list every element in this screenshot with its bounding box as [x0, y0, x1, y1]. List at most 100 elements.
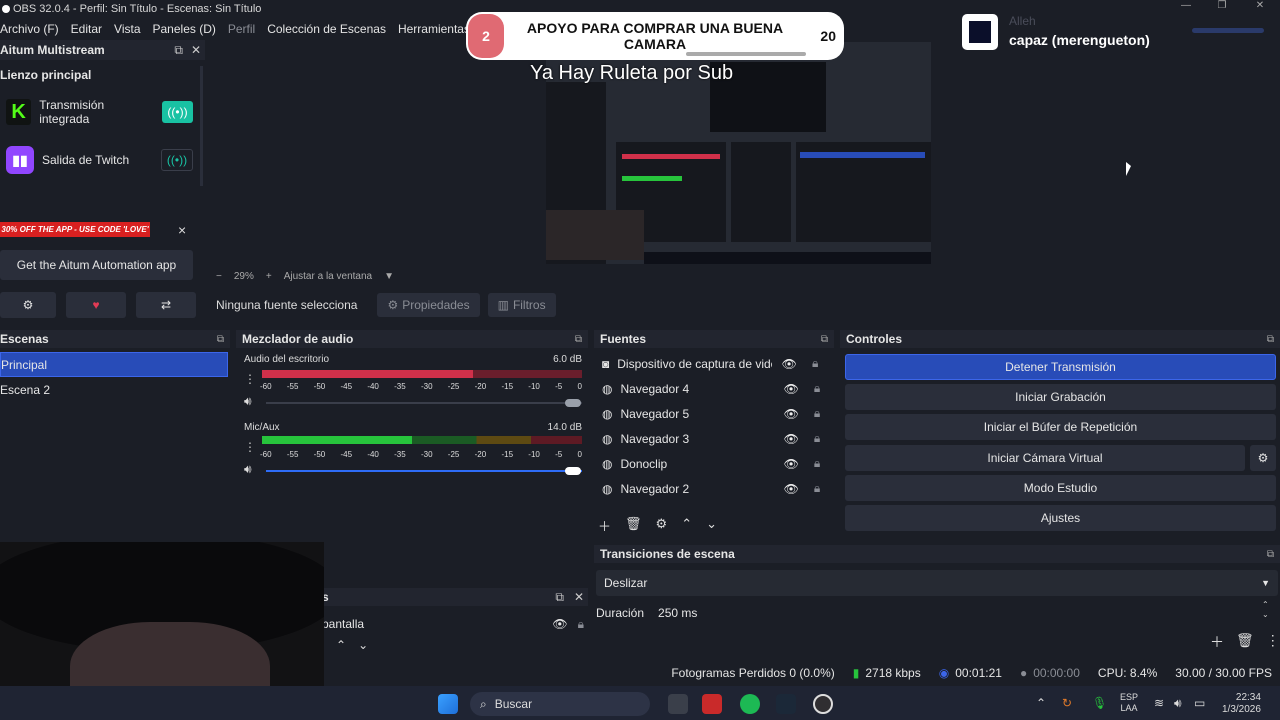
float-dock-icon[interactable]: ⧉ — [174, 43, 183, 58]
float-dock-icon[interactable]: ⧉ — [555, 590, 564, 605]
kebab-menu-icon[interactable]: ⋮ — [244, 372, 256, 386]
lock-icon[interactable]: 🔒︎ — [806, 356, 824, 371]
maximize-icon[interactable]: ❐ — [1212, 0, 1232, 14]
float-dock-icon[interactable]: ⧉ — [821, 334, 828, 345]
start-virtual-camera-button[interactable]: Iniciar Cámara Virtual — [845, 445, 1245, 471]
menu-tools[interactable]: Herramientas — [392, 22, 476, 36]
studio-mode-button[interactable]: Modo Estudio — [845, 475, 1276, 501]
float-dock-icon[interactable]: ⧉ — [1267, 334, 1274, 345]
lock-icon[interactable]: 🔒︎ — [808, 431, 826, 446]
lock-icon[interactable]: 🔒︎ — [808, 381, 826, 396]
app-red-icon[interactable] — [702, 694, 722, 714]
float-dock-icon[interactable]: ⧉ — [1267, 549, 1274, 560]
mini-dock-item[interactable]: pantalla 👁︎ 🔒︎ — [322, 614, 584, 634]
scene-item-principal[interactable]: Principal — [0, 352, 228, 377]
lock-icon[interactable]: 🔒︎ — [808, 406, 826, 421]
transition-type-select[interactable]: Deslizar ▼ — [596, 570, 1278, 596]
trash-icon[interactable]: 🗑︎ — [625, 516, 642, 535]
zoom-in-button[interactable]: + — [266, 271, 272, 282]
add-transition-icon[interactable]: ＋ — [1210, 632, 1224, 652]
menu-scene-collection[interactable]: Colección de Escenas — [261, 22, 392, 36]
get-aitum-app-button[interactable]: Get the Aitum Automation app — [0, 250, 193, 280]
broadcast-toggle-twitch[interactable]: ((•)) — [161, 149, 193, 171]
taskbar-search[interactable]: ⌕ Buscar — [470, 692, 650, 716]
trash-icon[interactable]: 🗑︎ — [1236, 632, 1254, 652]
task-view-icon[interactable] — [668, 694, 688, 714]
close-dock-icon[interactable]: ✕ — [574, 590, 584, 605]
battery-icon[interactable]: ▭ — [1194, 696, 1205, 710]
eye-icon[interactable]: 👁︎ — [782, 457, 800, 471]
lock-icon[interactable]: 🔒︎ — [578, 617, 584, 632]
eye-icon[interactable]: 👁︎ — [782, 432, 800, 446]
start-replay-buffer-button[interactable]: Iniciar el Búfer de Repetición — [845, 414, 1276, 440]
spotify-icon[interactable] — [740, 694, 760, 714]
eye-icon[interactable]: 👁︎ — [782, 482, 800, 496]
stop-streaming-button[interactable]: Detener Transmisión — [845, 354, 1276, 380]
start-recording-button[interactable]: Iniciar Grabación — [845, 384, 1276, 410]
add-source-icon[interactable]: ＋ — [598, 516, 611, 535]
source-item[interactable]: ◍ Donoclip 👁︎ 🔒︎ — [594, 451, 834, 476]
float-dock-icon[interactable]: ⧉ — [217, 334, 224, 345]
source-item[interactable]: ◍ Navegador 3 👁︎ 🔒︎ — [594, 426, 834, 451]
volume-knob-mic[interactable] — [565, 467, 581, 475]
move-up-icon[interactable]: ⌃ — [336, 638, 346, 652]
volume-slider-desktop[interactable] — [266, 402, 582, 404]
properties-button[interactable]: ⚙ Propiedades — [377, 293, 480, 317]
eye-icon[interactable]: 👁︎ — [552, 617, 567, 632]
wifi-icon[interactable]: ≋ — [1154, 696, 1164, 710]
promo-close-button[interactable]: × — [178, 222, 186, 238]
menu-edit[interactable]: Editar — [65, 22, 108, 36]
speaker-icon[interactable]: 🔊︎ — [244, 394, 252, 409]
filters-button[interactable]: ▥ Filtros — [487, 293, 556, 317]
gear-icon[interactable]: ⚙ — [656, 516, 668, 535]
source-item[interactable]: ◙ Dispositivo de captura de video 👁︎ 🔒︎ — [594, 351, 834, 376]
settings-button[interactable]: Ajustes — [845, 505, 1276, 531]
kebab-menu-icon[interactable]: ⋮ — [1266, 632, 1280, 652]
zoom-out-button[interactable]: − — [216, 271, 222, 282]
chevron-down-icon[interactable]: ▼ — [384, 271, 394, 282]
move-down-icon[interactable]: ⌄ — [358, 638, 368, 652]
language-indicator[interactable]: ESP LAA — [1120, 692, 1138, 714]
source-item[interactable]: ◍ Navegador 5 👁︎ 🔒︎ — [594, 401, 834, 426]
obs-taskbar-icon[interactable] — [813, 694, 833, 714]
minimize-icon[interactable]: — — [1176, 0, 1196, 14]
volume-icon[interactable]: 🔊︎ — [1174, 696, 1182, 711]
spinbox-arrows-icon[interactable]: ⌃ ⌄ — [1262, 600, 1269, 620]
eye-icon[interactable]: 👁︎ — [780, 357, 798, 371]
microphone-icon[interactable]: 🎙︎ — [1092, 696, 1107, 710]
fit-window-label[interactable]: Ajustar a la ventana — [284, 271, 372, 282]
tray-app-icon[interactable]: ↻ — [1062, 696, 1072, 710]
virtual-camera-settings-button[interactable]: ⚙ — [1250, 445, 1276, 471]
lock-icon[interactable]: 🔒︎ — [808, 481, 826, 496]
menu-view[interactable]: Vista — [108, 22, 146, 36]
duration-input[interactable]: 250 ms — [658, 606, 697, 620]
speaker-icon[interactable]: 🔊︎ — [244, 462, 252, 477]
aitum-settings-button[interactable]: ⚙ — [0, 292, 56, 318]
lock-icon[interactable]: 🔒︎ — [808, 456, 826, 471]
source-item[interactable]: ◍ Navegador 2 👁︎ 🔒︎ — [594, 476, 834, 501]
close-window-icon[interactable]: ✕ — [1250, 0, 1270, 14]
move-up-icon[interactable]: ⌃ — [681, 516, 692, 535]
menu-docks[interactable]: Paneles (D) — [147, 22, 222, 36]
menu-profile[interactable]: Perfil — [222, 22, 261, 36]
broadcast-toggle-kick[interactable]: ((•)) — [161, 101, 193, 123]
aitum-donate-button[interactable]: ♥ — [66, 292, 126, 318]
move-down-icon[interactable]: ⌄ — [706, 516, 717, 535]
promo-banner[interactable]: 30% OFF THE APP - USE CODE 'LOVE' — [0, 222, 150, 237]
taskbar-clock[interactable]: 22:34 1/3/2026 — [1222, 692, 1261, 716]
eye-icon[interactable]: 👁︎ — [782, 382, 800, 396]
menu-file[interactable]: Archivo (F) — [0, 22, 65, 36]
aitum-refresh-button[interactable]: ⇄ — [136, 292, 196, 318]
volume-knob-desktop[interactable] — [565, 399, 581, 407]
windows-start-icon[interactable] — [438, 694, 458, 714]
steam-icon[interactable] — [776, 694, 796, 714]
float-dock-icon[interactable]: ⧉ — [575, 334, 582, 345]
tray-chevron-icon[interactable]: ⌃ — [1036, 696, 1046, 710]
aitum-scrollbar[interactable] — [200, 66, 203, 186]
scene-item-escena-2[interactable]: Escena 2 — [0, 377, 230, 402]
close-dock-icon[interactable]: ✕ — [191, 43, 201, 58]
kebab-menu-icon[interactable]: ⋮ — [244, 440, 256, 454]
eye-icon[interactable]: 👁︎ — [782, 407, 800, 421]
source-item[interactable]: ◍ Navegador 4 👁︎ 🔒︎ — [594, 376, 834, 401]
volume-slider-mic[interactable] — [266, 470, 582, 472]
